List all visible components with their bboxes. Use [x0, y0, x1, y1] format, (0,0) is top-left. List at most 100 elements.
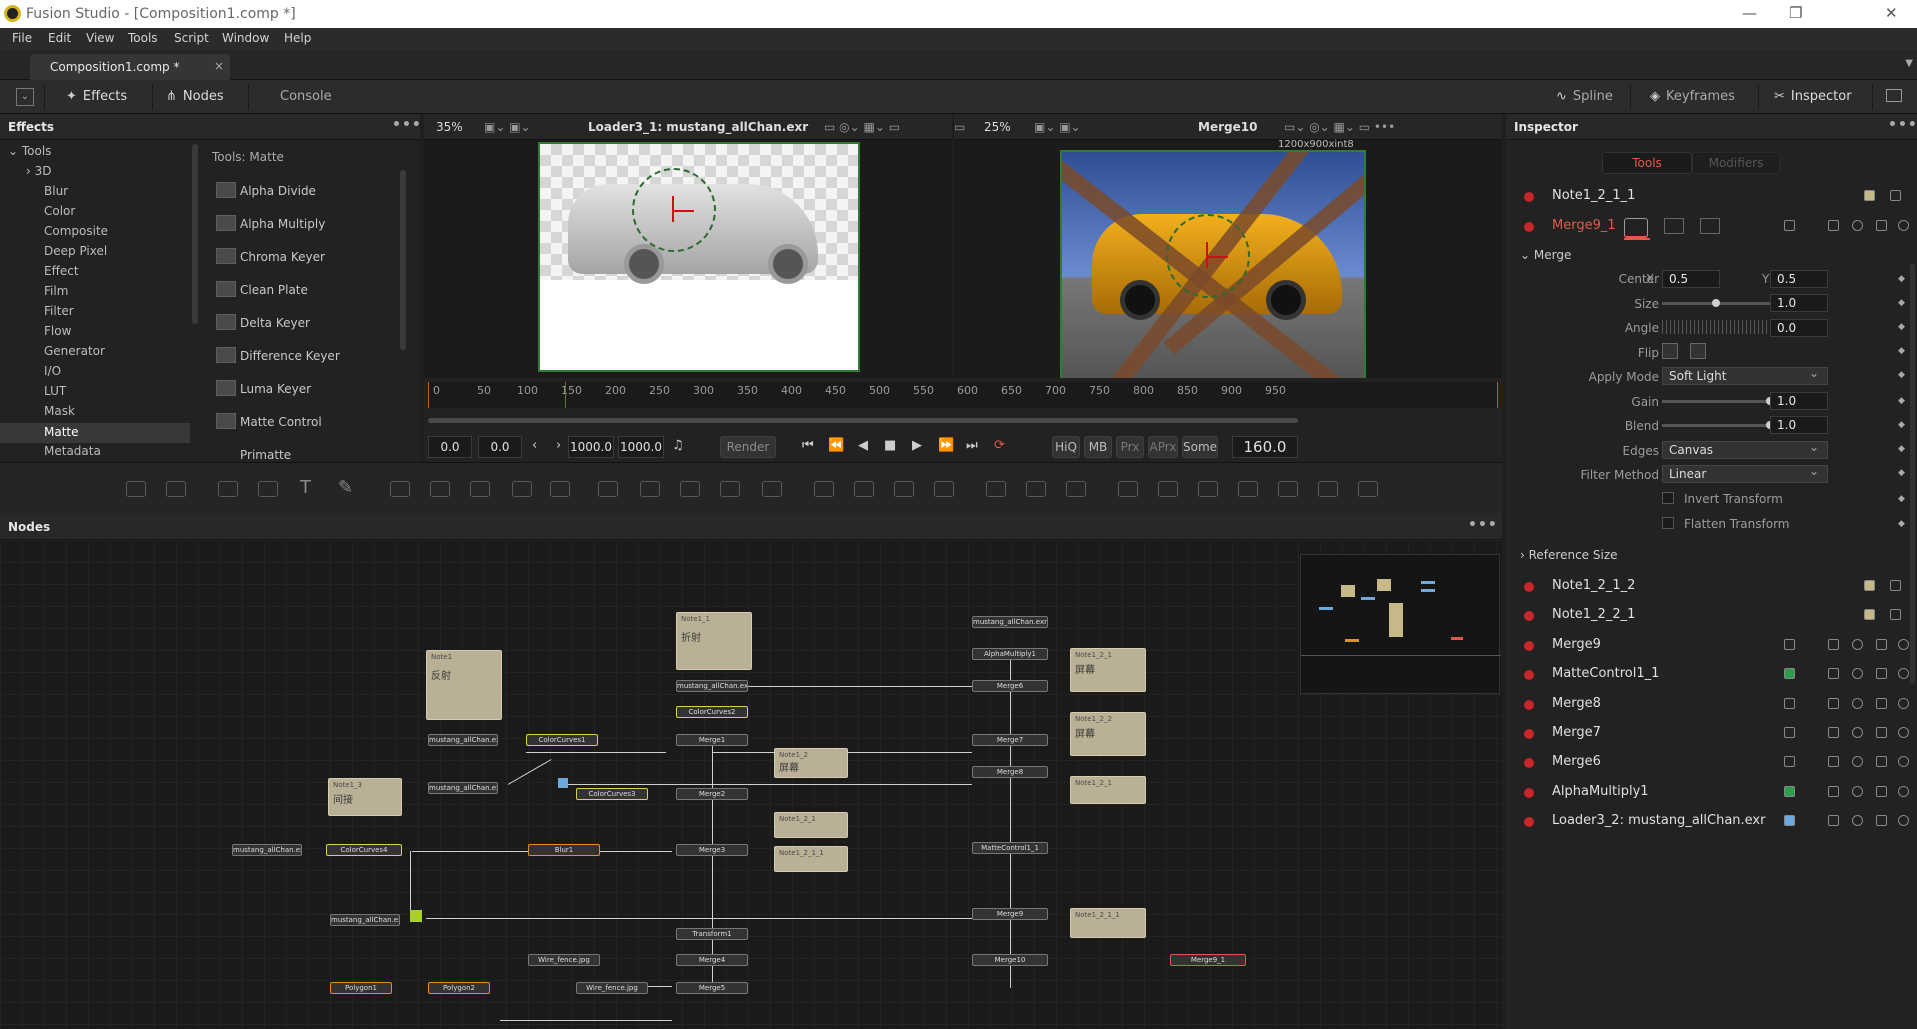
gear-tab-icon[interactable]	[1700, 218, 1720, 234]
fast-forward-icon[interactable]: ⏩	[938, 438, 954, 453]
tree-item-deep-pixel[interactable]: Deep Pixel	[44, 244, 107, 258]
keyframe-icon[interactable]: ◆	[1898, 444, 1905, 454]
console-button[interactable]: Console	[280, 89, 332, 104]
playhead[interactable]	[565, 382, 566, 408]
tool-matte-control[interactable]: Matte Control	[216, 413, 322, 429]
apply-mode-dropdown[interactable]: Soft Light	[1662, 365, 1828, 385]
color-swatch-icon[interactable]	[1864, 190, 1875, 201]
pin-icon[interactable]	[1852, 756, 1863, 767]
gain-field[interactable]: 1.0	[1770, 392, 1828, 410]
note-node[interactable]: Note1_2 屏幕	[774, 748, 848, 778]
mb-button[interactable]: MB	[1084, 436, 1112, 458]
note-node[interactable]: Note1_2_1	[774, 812, 848, 838]
tree-item-film[interactable]: Film	[44, 284, 68, 298]
tool-luma-keyer[interactable]: Luma Keyer	[216, 380, 311, 396]
panel-toggle-icon[interactable]: ⌄	[16, 88, 34, 106]
controls-tab-icon[interactable]	[1624, 218, 1648, 238]
size-field[interactable]: 1.0	[1770, 294, 1828, 312]
tree-item-filter[interactable]: Filter	[44, 304, 74, 318]
loader-node[interactable]: mustang_allChan.exr	[972, 616, 1048, 628]
menu-view[interactable]: View	[86, 31, 114, 45]
loader-node[interactable]: mustang_allChan.exr	[676, 680, 748, 692]
camera-3d-icon[interactable]	[1238, 481, 1258, 497]
tool-enable-dot[interactable]	[1524, 817, 1534, 827]
monitor-icon[interactable]	[1886, 89, 1902, 102]
viewer-left-image[interactable]	[538, 142, 860, 372]
pin-icon[interactable]	[1852, 220, 1863, 231]
color-swatch-icon[interactable]	[1784, 786, 1795, 797]
color-swatch-icon[interactable]	[1784, 668, 1795, 679]
dve-tool-icon[interactable]	[720, 481, 740, 497]
pin-icon[interactable]	[1852, 786, 1863, 797]
tree-item-3d[interactable]: › 3D	[26, 164, 52, 178]
nodes-menu-icon[interactable]: •••	[1468, 517, 1498, 533]
tool-enable-dot[interactable]	[1524, 729, 1534, 739]
note-node[interactable]: Note1_1 折射	[676, 612, 752, 670]
merge8-node[interactable]: Merge8	[972, 766, 1048, 778]
spline-button[interactable]: ∿ Spline	[1556, 89, 1613, 104]
color-swatch-icon[interactable]	[1784, 727, 1795, 738]
paint-tool-icon[interactable]	[258, 481, 278, 497]
color-correct-tool-icon[interactable]	[430, 481, 450, 497]
versions-icon[interactable]	[1828, 756, 1839, 767]
note-node[interactable]: Note1 反射	[426, 650, 502, 720]
transform-node[interactable]: Transform1	[676, 928, 748, 940]
lock-icon[interactable]	[1890, 609, 1901, 620]
pin-icon[interactable]	[1852, 815, 1863, 826]
particle-force-icon[interactable]	[1066, 481, 1086, 497]
go-to-start-icon[interactable]: ⏮	[802, 438, 814, 453]
tools-scrollbar[interactable]	[400, 170, 406, 350]
keyframe-icon[interactable]: ◆	[1898, 396, 1905, 406]
merge-3d-icon[interactable]	[1158, 481, 1178, 497]
ellipse-mask-icon[interactable]	[854, 481, 874, 497]
versions-icon[interactable]	[1828, 727, 1839, 738]
versions-icon[interactable]	[1828, 639, 1839, 650]
effects-button[interactable]: ✦ Effects	[66, 89, 127, 104]
loader-node[interactable]: mustang_allChan.exr	[232, 844, 302, 856]
versions-icon[interactable]	[1828, 698, 1839, 709]
loader-node[interactable]: mustang_allChan.exr	[330, 914, 400, 926]
settings-tab-icon[interactable]	[1664, 218, 1684, 234]
reset-icon[interactable]	[1898, 639, 1909, 650]
merge9-node[interactable]: Merge9	[972, 908, 1048, 920]
menu-edit[interactable]: Edit	[48, 31, 71, 45]
inspector-row[interactable]: Merge7	[1514, 719, 1909, 747]
tab-close-icon[interactable]: ×	[214, 59, 224, 73]
inspector-row[interactable]: Loader3_2: mustang_allChan.exr	[1514, 807, 1909, 835]
merge4-node[interactable]: Merge4	[676, 954, 748, 966]
angle-thumbwheel[interactable]	[1662, 320, 1774, 334]
particles-tool-icon[interactable]	[390, 481, 410, 497]
tool-enable-dot[interactable]	[1524, 222, 1534, 232]
alphamultiply-node[interactable]: AlphaMultiply1	[972, 648, 1048, 660]
mattecontrol-node[interactable]: MatteControl1_1	[972, 842, 1048, 854]
tree-item-metadata[interactable]: Metadata	[44, 444, 101, 458]
tool-primatte[interactable]: Primatte	[240, 448, 291, 460]
inspector-row-note[interactable]: Note1_2_1_1	[1514, 182, 1909, 210]
viewer-right-aspect-icon[interactable]: ▭	[954, 120, 965, 134]
merge-section-header[interactable]: ⌄ Merge	[1520, 248, 1571, 262]
tree-item-composite[interactable]: Composite	[44, 224, 108, 238]
keyframe-icon[interactable]: ◆	[1898, 420, 1905, 430]
pipe-router-node[interactable]	[558, 778, 568, 788]
tree-scrollbar[interactable]	[192, 144, 198, 324]
corner-pin-tool-icon[interactable]	[762, 481, 782, 497]
reset-icon[interactable]	[1898, 668, 1909, 679]
gizmo-axis-x[interactable]	[672, 210, 694, 212]
step-back-icon[interactable]: ‹	[532, 438, 537, 453]
note-node[interactable]: Note1_2_1_1	[774, 846, 848, 872]
tool-delta-keyer[interactable]: Delta Keyer	[216, 314, 310, 330]
merge3-node[interactable]: Merge3	[676, 844, 748, 856]
tool-enable-dot[interactable]	[1524, 788, 1534, 798]
rewind-icon[interactable]: ⏪	[828, 438, 844, 453]
brush-tool-icon[interactable]: ✎	[338, 477, 353, 498]
reset-icon[interactable]	[1898, 815, 1909, 826]
viewer-right-options-icon[interactable]: ▣⌄ ▣⌄	[1034, 120, 1081, 134]
invert-transform-checkbox[interactable]	[1662, 492, 1674, 504]
tool-enable-dot[interactable]	[1524, 582, 1534, 592]
tree-item-tools[interactable]: ⌄ Tools	[8, 144, 51, 158]
pipe-router-node[interactable]	[410, 910, 422, 922]
angle-field[interactable]: 0.0	[1770, 319, 1828, 337]
keyframe-icon[interactable]: ◆	[1898, 274, 1905, 284]
lock-icon[interactable]	[1876, 639, 1887, 650]
keyframe-icon[interactable]: ◆	[1898, 370, 1905, 380]
